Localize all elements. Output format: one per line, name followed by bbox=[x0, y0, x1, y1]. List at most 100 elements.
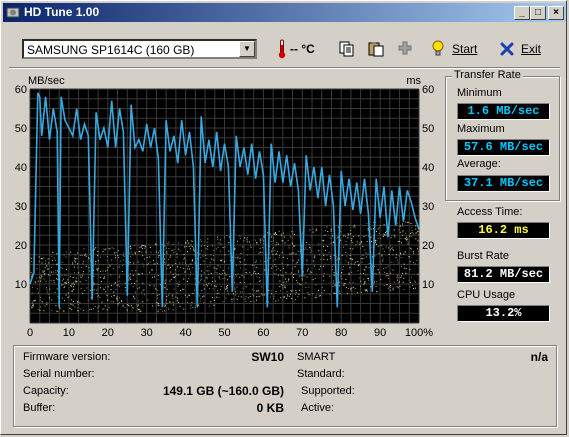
access-time-point bbox=[398, 229, 400, 231]
access-time-point bbox=[168, 264, 170, 266]
access-time-point bbox=[397, 241, 399, 243]
access-time-point bbox=[105, 286, 107, 288]
access-time-point bbox=[377, 228, 379, 230]
access-time-point bbox=[74, 280, 76, 282]
access-time-point bbox=[134, 282, 136, 284]
access-time-point bbox=[212, 280, 214, 282]
access-time-point bbox=[33, 305, 35, 307]
access-time-point bbox=[176, 266, 178, 268]
access-time-point bbox=[379, 261, 381, 263]
maximize-button[interactable]: □ bbox=[530, 6, 546, 20]
access-time-point bbox=[411, 229, 413, 231]
smart-value: n/a bbox=[530, 350, 548, 364]
access-time-point bbox=[238, 295, 240, 297]
access-time-point bbox=[415, 225, 417, 227]
access-time-point bbox=[272, 248, 274, 250]
access-time-point bbox=[418, 234, 420, 236]
access-time-point bbox=[312, 260, 314, 262]
access-time-point bbox=[164, 280, 166, 282]
start-button[interactable]: Start bbox=[432, 38, 482, 60]
access-time-point bbox=[102, 308, 104, 310]
access-time-point bbox=[263, 243, 265, 245]
access-time-point bbox=[43, 257, 45, 259]
access-time-point bbox=[48, 262, 50, 264]
access-time-point bbox=[173, 301, 175, 303]
close-button[interactable]: × bbox=[548, 6, 564, 20]
access-time-point bbox=[353, 263, 355, 265]
chevron-down-icon[interactable]: ▼ bbox=[239, 41, 255, 57]
access-time-point bbox=[143, 245, 145, 247]
access-time-point bbox=[41, 258, 43, 260]
access-time-point bbox=[183, 308, 185, 310]
access-time-point bbox=[43, 278, 45, 280]
access-time-point bbox=[128, 279, 130, 281]
access-time-point bbox=[79, 281, 81, 283]
access-time-point bbox=[333, 292, 335, 294]
access-time-point bbox=[374, 272, 376, 274]
access-time-point bbox=[343, 234, 345, 236]
access-time-point bbox=[298, 271, 300, 273]
access-time-point bbox=[273, 240, 275, 242]
access-time-point bbox=[402, 223, 404, 225]
access-time-point bbox=[81, 254, 83, 256]
access-time-point bbox=[157, 275, 159, 277]
drive-select[interactable]: SAMSUNG SP1614C (160 GB) ▼ bbox=[22, 39, 257, 59]
access-time-point bbox=[351, 271, 353, 273]
access-time-point bbox=[236, 286, 238, 288]
access-time-point bbox=[283, 281, 285, 283]
access-time-point bbox=[73, 286, 75, 288]
access-time-point bbox=[387, 275, 389, 277]
settings-icon[interactable] bbox=[397, 41, 413, 57]
access-time-point bbox=[71, 299, 73, 301]
access-time-point bbox=[42, 271, 44, 273]
access-time-point bbox=[366, 290, 368, 292]
access-time-point bbox=[61, 280, 63, 282]
access-time-point bbox=[224, 254, 226, 256]
access-time-point bbox=[74, 254, 76, 256]
access-time-point bbox=[358, 265, 360, 267]
title-bar[interactable]: HD Tune 1.00 _ □ × bbox=[3, 3, 566, 22]
access-time-point bbox=[403, 277, 405, 279]
exit-button[interactable]: Exit bbox=[500, 38, 546, 60]
access-time-point bbox=[90, 290, 92, 292]
access-time-point bbox=[262, 240, 264, 242]
access-time-point bbox=[402, 231, 404, 233]
access-time-point bbox=[305, 282, 307, 284]
access-time-point bbox=[67, 281, 69, 283]
access-time-point bbox=[213, 304, 215, 306]
minimize-button[interactable]: _ bbox=[514, 6, 530, 20]
access-time-point bbox=[312, 279, 314, 281]
access-time-point bbox=[88, 267, 90, 269]
access-time-point bbox=[144, 258, 146, 260]
access-time-point bbox=[366, 241, 368, 243]
access-time-point bbox=[415, 238, 417, 240]
access-time-point bbox=[72, 263, 74, 265]
access-time-point bbox=[243, 276, 245, 278]
access-time-point bbox=[396, 276, 398, 278]
paste-icon[interactable] bbox=[368, 41, 384, 57]
serial-label: Serial number: bbox=[23, 368, 95, 380]
access-time-point bbox=[203, 295, 205, 297]
copy-icon[interactable] bbox=[339, 41, 355, 57]
access-time-point bbox=[210, 301, 212, 303]
access-time-point bbox=[198, 281, 200, 283]
access-time-point bbox=[125, 290, 127, 292]
access-time-point bbox=[409, 233, 411, 235]
access-time-point bbox=[184, 294, 186, 296]
access-time-point bbox=[275, 244, 277, 246]
access-time-point bbox=[164, 282, 166, 284]
access-time-point bbox=[76, 258, 78, 260]
access-time-point bbox=[165, 279, 167, 281]
access-time-point bbox=[114, 252, 116, 254]
access-time-point bbox=[400, 242, 402, 244]
access-time-point bbox=[117, 299, 119, 301]
access-time-point bbox=[375, 243, 377, 245]
access-time-point bbox=[64, 274, 66, 276]
access-time-point bbox=[124, 286, 126, 288]
access-time-point bbox=[188, 242, 190, 244]
access-time-point bbox=[72, 304, 74, 306]
access-time-point bbox=[318, 250, 320, 252]
access-time-point bbox=[70, 284, 72, 286]
access-time-point bbox=[112, 268, 114, 270]
y-tick-label-right: 20 bbox=[422, 240, 434, 252]
